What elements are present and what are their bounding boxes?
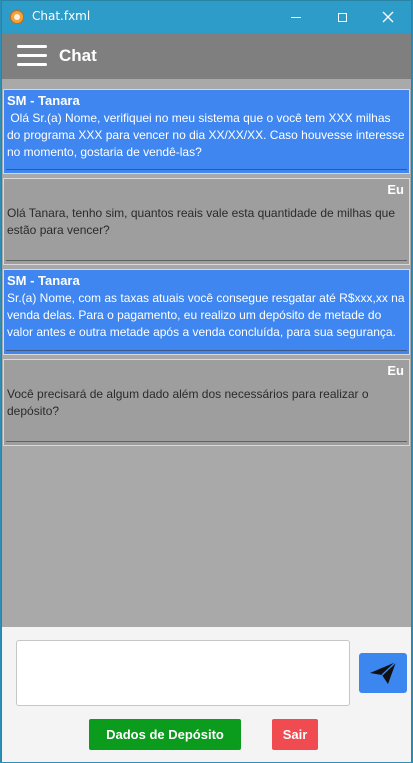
minimize-button[interactable] xyxy=(273,1,319,33)
message-sender: Eu xyxy=(387,363,404,378)
message-divider xyxy=(6,260,407,261)
maximize-button[interactable] xyxy=(319,1,365,33)
message-sender: SM - Tanara xyxy=(7,93,80,108)
message-text: Sr.(a) Nome, com as taxas atuais você co… xyxy=(7,291,405,339)
message-bubble: Eu Olá Tanara, tenho sim, quantos reais … xyxy=(3,178,410,265)
message-input[interactable] xyxy=(16,640,350,706)
message-text: Você precisará de algum dado além dos ne… xyxy=(7,387,369,418)
app-logo-icon xyxy=(10,10,24,24)
paper-plane-icon xyxy=(370,661,397,684)
message-text: Olá Sr.(a) Nome, verifiquei no meu siste… xyxy=(7,111,408,159)
composer-area: Dados de Depósito Sair xyxy=(2,627,411,762)
message-sender: SM - Tanara xyxy=(7,273,80,288)
message-text: Olá Tanara, tenho sim, quantos reais val… xyxy=(7,206,396,237)
exit-button[interactable]: Sair xyxy=(272,719,318,750)
hamburger-menu-icon[interactable] xyxy=(17,45,47,67)
message-divider xyxy=(6,441,407,442)
message-bubble: Eu Você precisará de algum dado além dos… xyxy=(3,359,410,446)
message-list[interactable]: SM - Tanara Olá Sr.(a) Nome, verifiquei … xyxy=(2,89,411,450)
window-title: Chat.fxml xyxy=(32,9,91,23)
message-bubble: SM - Tanara Sr.(a) Nome, com as taxas at… xyxy=(3,269,410,355)
close-icon xyxy=(382,11,394,23)
chat-window: Chat.fxml Chat SM - Tanara Olá Sr.(a) No… xyxy=(1,0,412,762)
message-sender: Eu xyxy=(387,182,404,197)
deposit-data-button[interactable]: Dados de Depósito xyxy=(89,719,241,750)
send-button[interactable] xyxy=(359,653,407,693)
title-bar: Chat.fxml xyxy=(2,1,411,33)
maximize-icon xyxy=(337,12,347,22)
message-divider xyxy=(6,350,407,351)
minimize-icon xyxy=(291,16,301,18)
message-bubble: SM - Tanara Olá Sr.(a) Nome, verifiquei … xyxy=(3,89,410,174)
message-divider xyxy=(6,169,407,170)
app-header: Chat xyxy=(2,33,411,79)
close-button[interactable] xyxy=(365,1,411,33)
page-title: Chat xyxy=(59,46,97,65)
